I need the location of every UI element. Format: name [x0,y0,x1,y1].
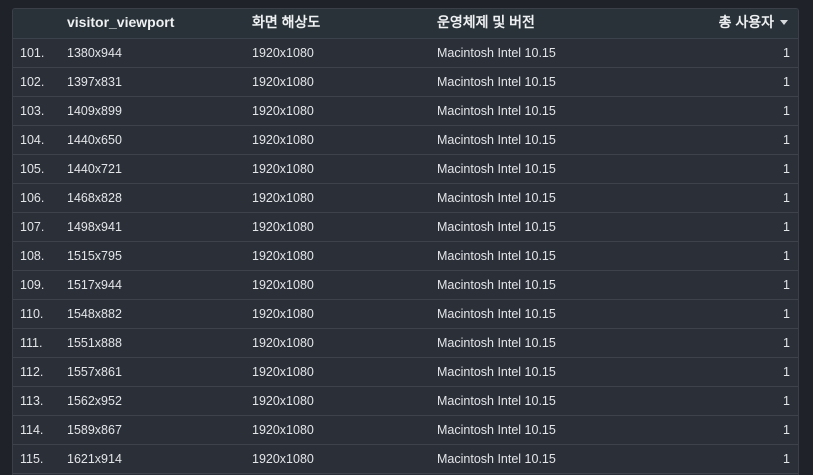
column-header-users-label: 총 사용자 [718,14,774,30]
row-index: 106. [20,191,45,205]
row-index: 103. [20,104,45,118]
cell-users: 1 [783,249,790,263]
cell-os: Macintosh Intel 10.15 [437,452,556,466]
cell-viewport: 1517x944 [67,278,122,292]
table-row[interactable]: 114. 1589x867 1920x1080 Macintosh Intel 10.… [13,416,798,445]
cell-os: Macintosh Intel 10.15 [437,46,556,60]
cell-users: 1 [783,220,790,234]
cell-resolution: 1920x1080 [252,162,314,176]
cell-os: Macintosh Intel 10.15 [437,365,556,379]
cell-os: Macintosh Intel 10.15 [437,423,556,437]
row-index: 101. [20,46,45,60]
cell-resolution: 1920x1080 [252,278,314,292]
cell-viewport: 1621x914 [67,452,122,466]
cell-resolution: 1920x1080 [252,133,314,147]
cell-viewport: 1468x828 [67,191,122,205]
cell-users: 1 [783,452,790,466]
row-index: 102. [20,75,45,89]
table-row[interactable]: 103. 1409x899 1920x1080 Macintosh Intel 10.… [13,97,798,126]
cell-resolution: 1920x1080 [252,423,314,437]
cell-users: 1 [783,423,790,437]
cell-resolution: 1920x1080 [252,104,314,118]
cell-users: 1 [783,104,790,118]
table-row[interactable]: 115. 1621x914 1920x1080 Macintosh Intel 10.… [13,445,798,474]
table-row[interactable]: 113. 1562x952 1920x1080 Macintosh Intel 10.… [13,387,798,416]
cell-os: Macintosh Intel 10.15 [437,249,556,263]
column-header-viewport[interactable]: visitor_viewport [67,9,174,38]
cell-viewport: 1562x952 [67,394,122,408]
cell-os: Macintosh Intel 10.15 [437,133,556,147]
cell-viewport: 1380x944 [67,46,122,60]
row-index: 105. [20,162,45,176]
data-table: visitor_viewport 화면 해상도 운영체제 및 버전 총 사용자 … [12,8,799,475]
cell-os: Macintosh Intel 10.15 [437,394,556,408]
cell-users: 1 [783,394,790,408]
cell-viewport: 1440x721 [67,162,122,176]
row-index: 111. [20,336,43,350]
cell-os: Macintosh Intel 10.15 [437,336,556,350]
row-index: 112. [20,365,44,379]
cell-resolution: 1920x1080 [252,191,314,205]
table-row[interactable]: 105. 1440x721 1920x1080 Macintosh Intel 10.… [13,155,798,184]
cell-os: Macintosh Intel 10.15 [437,191,556,205]
cell-resolution: 1920x1080 [252,249,314,263]
cell-viewport: 1440x650 [67,133,122,147]
table-row[interactable]: 109. 1517x944 1920x1080 Macintosh Intel 10.… [13,271,798,300]
row-index: 114. [20,423,44,437]
cell-os: Macintosh Intel 10.15 [437,104,556,118]
cell-viewport: 1515x795 [67,249,122,263]
cell-users: 1 [783,336,790,350]
cell-viewport: 1557x861 [67,365,122,379]
column-header-users[interactable]: 총 사용자 [719,9,788,38]
cell-users: 1 [783,191,790,205]
cell-viewport: 1589x867 [67,423,122,437]
row-index: 104. [20,133,45,147]
table-row[interactable]: 111. 1551x888 1920x1080 Macintosh Intel 10.… [13,329,798,358]
cell-viewport: 1548x882 [67,307,122,321]
cell-viewport: 1498x941 [67,220,122,234]
column-header-os[interactable]: 운영체제 및 버전 [437,9,535,38]
cell-users: 1 [783,46,790,60]
cell-os: Macintosh Intel 10.15 [437,307,556,321]
cell-users: 1 [783,133,790,147]
row-index: 113. [20,394,44,408]
cell-resolution: 1920x1080 [252,365,314,379]
cell-users: 1 [783,75,790,89]
cell-resolution: 1920x1080 [252,307,314,321]
cell-users: 1 [783,278,790,292]
cell-viewport: 1397x831 [67,75,122,89]
cell-os: Macintosh Intel 10.15 [437,278,556,292]
table-row[interactable]: 106. 1468x828 1920x1080 Macintosh Intel 10.… [13,184,798,213]
table-row[interactable]: 101. 1380x944 1920x1080 Macintosh Intel 10.… [13,39,798,68]
table-row[interactable]: 110. 1548x882 1920x1080 Macintosh Intel 10.… [13,300,798,329]
row-index: 115. [20,452,44,466]
cell-os: Macintosh Intel 10.15 [437,75,556,89]
cell-resolution: 1920x1080 [252,336,314,350]
cell-resolution: 1920x1080 [252,46,314,60]
table-row[interactable]: 107. 1498x941 1920x1080 Macintosh Intel 10.… [13,213,798,242]
table-row[interactable]: 102. 1397x831 1920x1080 Macintosh Intel 10.… [13,68,798,97]
cell-resolution: 1920x1080 [252,452,314,466]
sort-desc-icon[interactable] [780,19,788,25]
column-header-resolution[interactable]: 화면 해상도 [252,9,320,38]
cell-viewport: 1409x899 [67,104,122,118]
cell-resolution: 1920x1080 [252,220,314,234]
table-row[interactable]: 112. 1557x861 1920x1080 Macintosh Intel 10.… [13,358,798,387]
row-index: 109. [20,278,45,292]
table-row[interactable]: 104. 1440x650 1920x1080 Macintosh Intel 10.… [13,126,798,155]
row-index: 107. [20,220,45,234]
table-header: visitor_viewport 화면 해상도 운영체제 및 버전 총 사용자 [13,9,798,39]
row-index: 110. [20,307,44,321]
cell-users: 1 [783,365,790,379]
cell-resolution: 1920x1080 [252,394,314,408]
cell-resolution: 1920x1080 [252,75,314,89]
cell-users: 1 [783,307,790,321]
row-index: 108. [20,249,45,263]
table-body: 101. 1380x944 1920x1080 Macintosh Intel 10.… [13,39,798,474]
cell-users: 1 [783,162,790,176]
cell-os: Macintosh Intel 10.15 [437,220,556,234]
cell-os: Macintosh Intel 10.15 [437,162,556,176]
cell-viewport: 1551x888 [67,336,122,350]
table-row[interactable]: 108. 1515x795 1920x1080 Macintosh Intel 10.… [13,242,798,271]
